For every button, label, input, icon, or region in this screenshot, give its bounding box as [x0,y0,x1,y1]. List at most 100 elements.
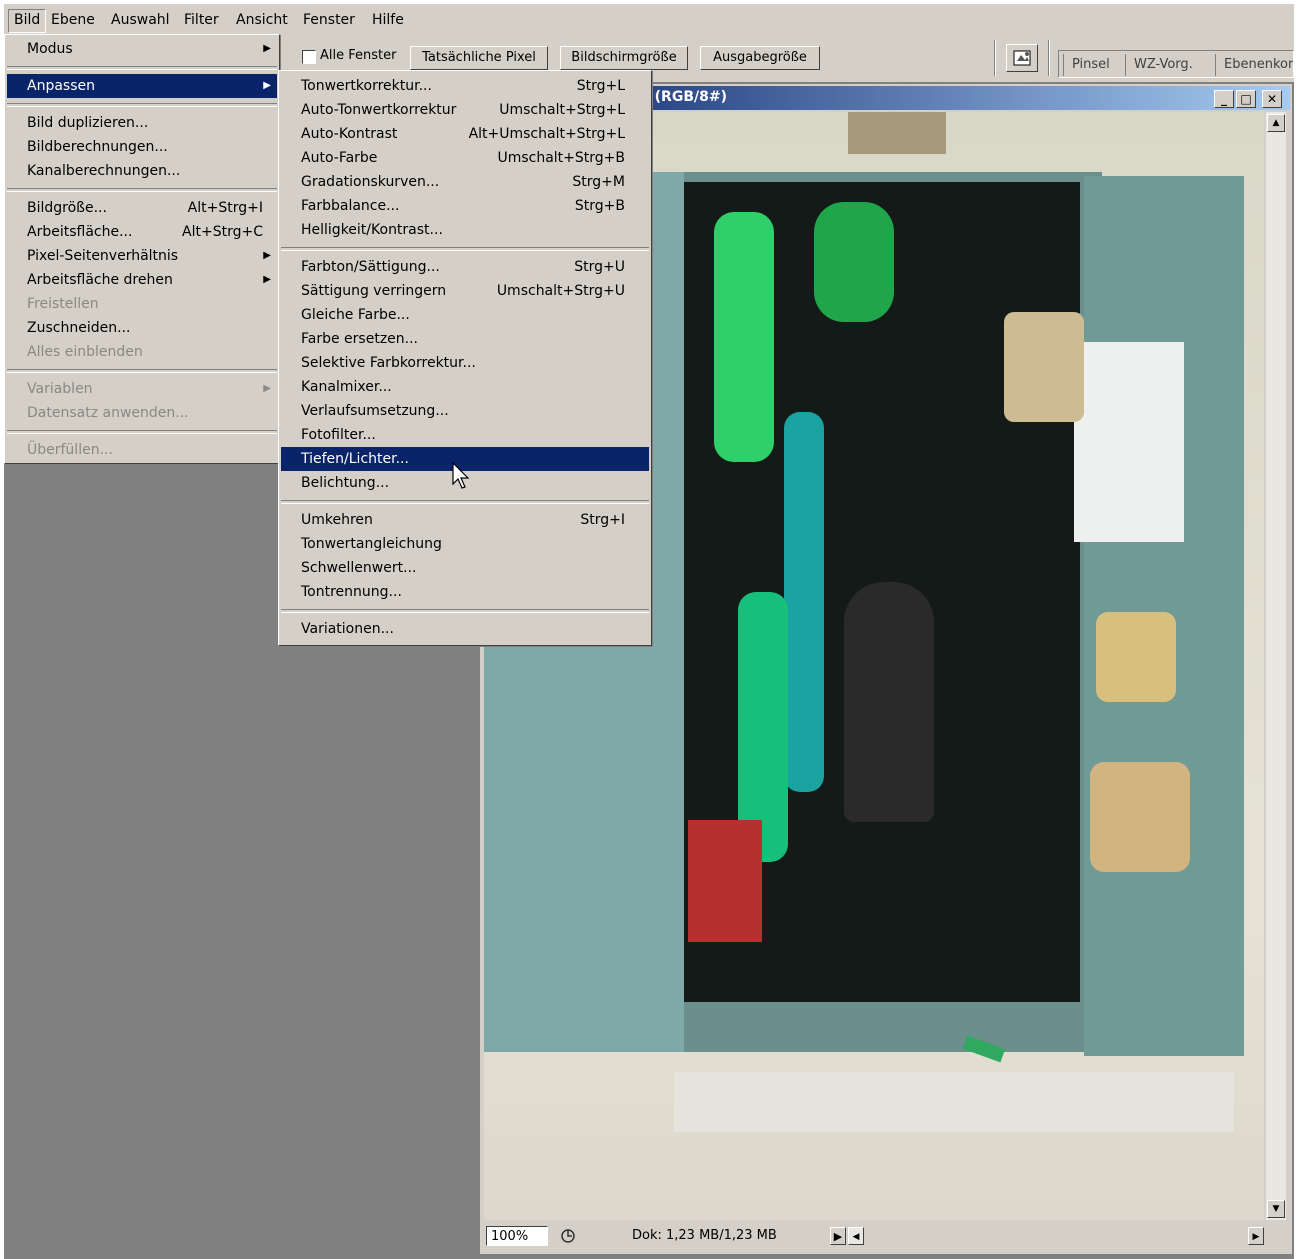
menu-item-modus[interactable]: Modus ▶ [7,37,277,61]
submenu-arrow-icon: ▶ [263,383,271,394]
menu-item-label: Gradationskurven... [301,174,440,190]
menu-item-label: Bildgröße... [27,200,107,216]
menu-item-label: Überfüllen... [27,442,113,458]
document-info: Dok: 1,23 MB/1,23 MB [632,1228,777,1243]
menu-item-label: Alles einblenden [27,344,143,360]
menu-item-tonwertkorrektur[interactable]: Tonwertkorrektur... Strg+L [281,74,649,98]
all-windows-checkbox[interactable] [302,50,316,64]
menu-bild[interactable]: Bild [8,9,47,33]
menu-item-pixel-seitenverhaeltnis[interactable]: Pixel-Seitenverhältnis ▶ [7,244,277,268]
menu-item-selektive-farbkorrektur[interactable]: Selektive Farbkorrektur... [281,351,649,375]
menu-item-label: Umkehren [301,512,373,528]
menu-item-gleiche-farbe[interactable]: Gleiche Farbe... [281,303,649,327]
file-browser-icon[interactable] [1006,44,1038,72]
menu-separator [281,609,649,613]
menu-item-kanalmixer[interactable]: Kanalmixer... [281,375,649,399]
menu-item-gradationskurven[interactable]: Gradationskurven... Strg+M [281,170,649,194]
print-size-button[interactable]: Ausgabegröße [700,46,820,70]
menu-item-label: Freistellen [27,296,99,312]
menu-item-auto-tonwertkorrektur[interactable]: Auto-Tonwertkorrektur Umschalt+Strg+L [281,98,649,122]
menu-item-label: Auto-Tonwertkorrektur [301,102,457,118]
photo-straw-basket-2 [1090,762,1190,872]
menu-item-bildberechnungen[interactable]: Bildberechnungen... [7,135,277,159]
menu-item-label: Auto-Farbe [301,150,378,166]
menu-item-label: Belichtung... [301,475,390,491]
menu-item-freistellen: Freistellen [7,292,277,316]
scroll-left-icon[interactable]: ◀ [848,1227,864,1245]
nav-icon[interactable] [558,1226,578,1246]
menu-item-bild-duplizieren[interactable]: Bild duplizieren... [7,111,277,135]
tab-ebenenkomp[interactable]: Ebenenkor [1215,54,1293,76]
menu-item-farbbalance[interactable]: Farbbalance... Strg+B [281,194,649,218]
menu-ansicht[interactable]: Ansicht [231,9,293,31]
menu-item-umkehren[interactable]: Umkehren Strg+I [281,508,649,532]
menu-item-saettigung-verringern[interactable]: Sättigung verringern Umschalt+Strg+U [281,279,649,303]
menu-item-kanalberechnungen[interactable]: Kanalberechnungen... [7,159,277,183]
menu-item-shortcut: Strg+L [576,78,625,94]
menu-item-label: Tiefen/Lichter... [301,451,409,467]
menu-ebene[interactable]: Ebene [46,9,100,31]
menu-item-verlaufsumsetzung[interactable]: Verlaufsumsetzung... [281,399,649,423]
menu-item-label: Bildberechnungen... [27,139,168,155]
zoom-field[interactable]: 100% [486,1226,548,1246]
menu-item-shortcut: Umschalt+Strg+L [499,102,625,118]
scroll-down-icon[interactable]: ▼ [1267,1200,1285,1218]
menu-item-datensatz-anwenden: Datensatz anwenden... [7,401,277,425]
menu-item-shortcut: Alt+Strg+I [187,200,263,216]
menu-item-label: Verlaufsumsetzung... [301,403,449,419]
menu-item-label: Farbton/Sättigung... [301,259,440,275]
menu-item-tontrennung[interactable]: Tontrennung... [281,580,649,604]
menu-item-label: Anpassen [27,78,95,94]
mouse-cursor-icon [452,461,472,492]
options-separator-2 [1048,40,1050,76]
menu-item-label: Tonwertkorrektur... [301,78,432,94]
menu-item-arbeitsflaeche[interactable]: Arbeitsfläche... Alt+Strg+C [7,220,277,244]
scroll-right-icon[interactable]: ▶ [1248,1227,1264,1245]
maximize-icon[interactable]: □ [1236,90,1256,108]
menu-auswahl[interactable]: Auswahl [106,9,175,31]
menu-separator [7,66,277,70]
menu-item-helligkeit-kontrast[interactable]: Helligkeit/Kontrast... [281,218,649,242]
menu-item-farbton-saettigung[interactable]: Farbton/Sättigung... Strg+U [281,255,649,279]
tab-wz-vorg[interactable]: WZ-Vorg. [1125,54,1193,76]
menu-item-variationen[interactable]: Variationen... [281,617,649,641]
menu-hilfe[interactable]: Hilfe [367,9,409,31]
photo-step [674,1072,1234,1132]
menu-item-arbeitsflaeche-drehen[interactable]: Arbeitsfläche drehen ▶ [7,268,277,292]
menu-item-tonwertangleichung[interactable]: Tonwertangleichung [281,532,649,556]
close-icon[interactable]: ✕ [1262,90,1282,108]
menu-item-schwellenwert[interactable]: Schwellenwert... [281,556,649,580]
photo-white-bag [1074,342,1184,542]
options-separator [994,40,996,76]
all-windows-label: Alle Fenster [320,48,397,63]
vertical-scrollbar[interactable]: ▲ ▼ [1266,112,1286,1220]
menu-item-label: Kanalberechnungen... [27,163,181,179]
menu-separator [7,430,277,434]
menu-filter[interactable]: Filter [179,9,224,31]
menu-item-anpassen[interactable]: Anpassen ▶ [7,74,277,98]
menu-item-label: Auto-Kontrast [301,126,398,142]
menu-item-bildgroesse[interactable]: Bildgröße... Alt+Strg+I [7,196,277,220]
photo-straw-basket [1096,612,1176,702]
minimize-icon[interactable]: _ [1214,90,1234,108]
menu-separator [7,103,277,107]
menu-item-zuschneiden[interactable]: Zuschneiden... [7,316,277,340]
fit-screen-button[interactable]: Bildschirmgröße [560,46,688,70]
scroll-up-icon[interactable]: ▲ [1267,114,1285,132]
menu-item-label: Gleiche Farbe... [301,307,410,323]
palette-well: Pinsel WZ-Vorg. Ebenenkor [1058,50,1294,78]
tab-pinsel[interactable]: Pinsel [1063,54,1110,76]
menu-item-label: Kanalmixer... [301,379,392,395]
status-menu-arrow-icon[interactable]: ▶ [830,1227,846,1245]
menu-item-fotofilter[interactable]: Fotofilter... [281,423,649,447]
menu-item-auto-kontrast[interactable]: Auto-Kontrast Alt+Umschalt+Strg+L [281,122,649,146]
bild-menu: Modus ▶ Anpassen ▶ Bild duplizieren... Bil… [4,34,280,464]
menu-item-auto-farbe[interactable]: Auto-Farbe Umschalt+Strg+B [281,146,649,170]
actual-pixels-button[interactable]: Tatsächliche Pixel [410,46,548,70]
menu-separator [7,369,277,373]
menu-separator [281,247,649,251]
menu-item-shortcut: Strg+B [574,198,625,214]
photo-red-box [688,820,762,942]
menu-item-farbe-ersetzen[interactable]: Farbe ersetzen... [281,327,649,351]
menu-fenster[interactable]: Fenster [298,9,360,31]
